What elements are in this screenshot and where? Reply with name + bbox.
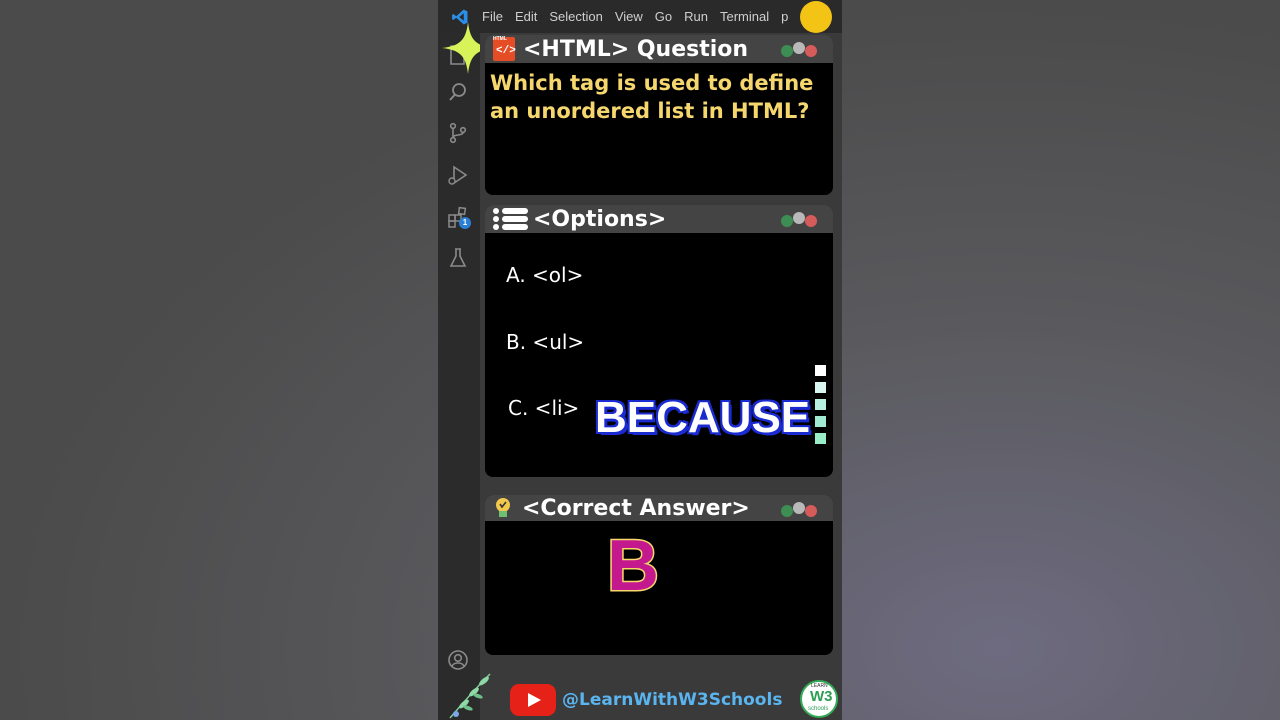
answer-letter: B <box>606 525 661 608</box>
run-debug-icon[interactable] <box>446 163 470 187</box>
extensions-badge: 1 <box>459 217 471 229</box>
activity-bar: 1 <box>438 33 480 720</box>
option-b[interactable]: B. <ul> <box>506 330 584 354</box>
answer-card: <Correct Answer> B <box>485 495 833 655</box>
extensions-icon[interactable]: 1 <box>446 205 472 231</box>
search-icon[interactable] <box>446 80 470 104</box>
menu-run[interactable]: Run <box>684 9 720 24</box>
question-card-header: HTML </> <HTML> Question <box>485 35 833 63</box>
w3schools-logo: LEARN W3 schools <box>800 680 838 718</box>
options-card-title: <Options> <box>533 206 667 232</box>
menu-terminal[interactable]: Terminal <box>720 9 781 24</box>
because-caption: BECAUSE <box>593 392 811 444</box>
quiz-panel: HTML </> <HTML> Question Which tag is us… <box>480 33 842 720</box>
window-dots <box>781 42 823 57</box>
video-frame: File Edit Selection View Go Run Terminal… <box>438 0 842 720</box>
menu-selection[interactable]: Selection <box>549 9 614 24</box>
answer-card-header: <Correct Answer> <box>485 495 833 521</box>
options-card-header: <Options> <box>485 205 833 233</box>
channel-footer: @LearnWithW3Schools LEARN W3 schools <box>438 668 842 720</box>
question-text: Which tag is used to define an unordered… <box>490 71 814 123</box>
menu-help-partial[interactable]: p <box>781 9 800 24</box>
record-indicator-dot <box>800 1 832 33</box>
options-card: <Options> A. <ol> B. <ul> C. <li> BECAUS… <box>485 205 833 477</box>
lightbulb-icon <box>496 498 510 517</box>
menu-bar: File Edit Selection View Go Run Terminal… <box>438 0 842 33</box>
menu-edit[interactable]: Edit <box>515 9 549 24</box>
question-card-title: <HTML> Question <box>523 36 749 62</box>
testing-icon[interactable] <box>446 246 470 270</box>
option-a[interactable]: A. <ol> <box>506 263 583 287</box>
source-control-icon[interactable] <box>446 121 470 145</box>
channel-handle[interactable]: @LearnWithW3Schools <box>562 690 782 710</box>
list-icon <box>493 208 528 230</box>
option-c[interactable]: C. <li> <box>508 396 579 420</box>
html-file-icon: HTML </> <box>493 36 516 61</box>
question-card: HTML </> <HTML> Question Which tag is us… <box>485 35 833 195</box>
menu-view[interactable]: View <box>615 9 655 24</box>
youtube-icon[interactable] <box>510 684 556 716</box>
leaf-branch-icon <box>449 673 491 719</box>
window-dots <box>781 212 823 227</box>
window-dots <box>781 502 823 517</box>
menu-go[interactable]: Go <box>655 9 684 24</box>
countdown-bar <box>815 365 827 450</box>
answer-card-title: <Correct Answer> <box>522 495 750 521</box>
